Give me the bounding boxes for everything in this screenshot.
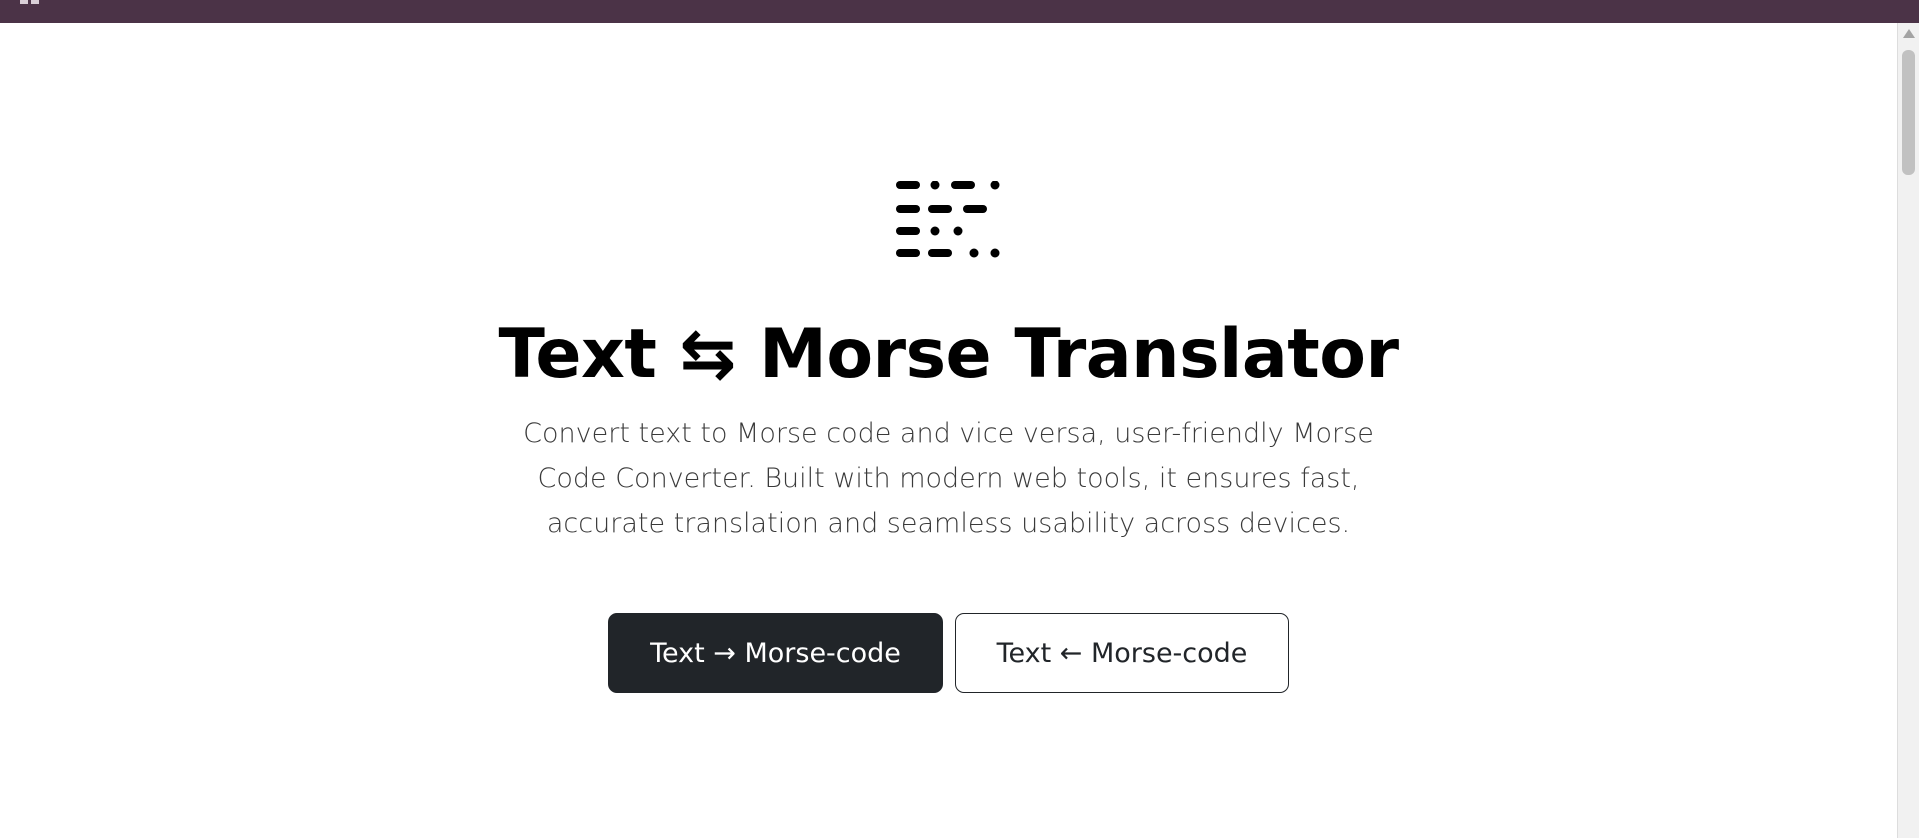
scroll-up-arrow-icon[interactable] [1903, 29, 1915, 38]
vertical-scrollbar[interactable] [1897, 23, 1919, 838]
browser-title-bar [0, 0, 1919, 23]
page-content: Text ⇆ Morse Translator Convert text to … [0, 23, 1897, 838]
window-menu-icon[interactable] [20, 0, 40, 5]
page-title: Text ⇆ Morse Translator [498, 315, 1399, 394]
text-to-morse-button[interactable]: Text → Morse-code [608, 613, 943, 693]
page-description: Convert text to Morse code and vice vers… [523, 418, 1374, 539]
scrollbar-thumb[interactable] [1902, 50, 1915, 175]
morse-code-icon [896, 181, 1000, 258]
mode-switch-buttons: Text → Morse-code Text ← Morse-code [608, 613, 1289, 693]
morse-to-text-button[interactable]: Text ← Morse-code [955, 613, 1289, 693]
